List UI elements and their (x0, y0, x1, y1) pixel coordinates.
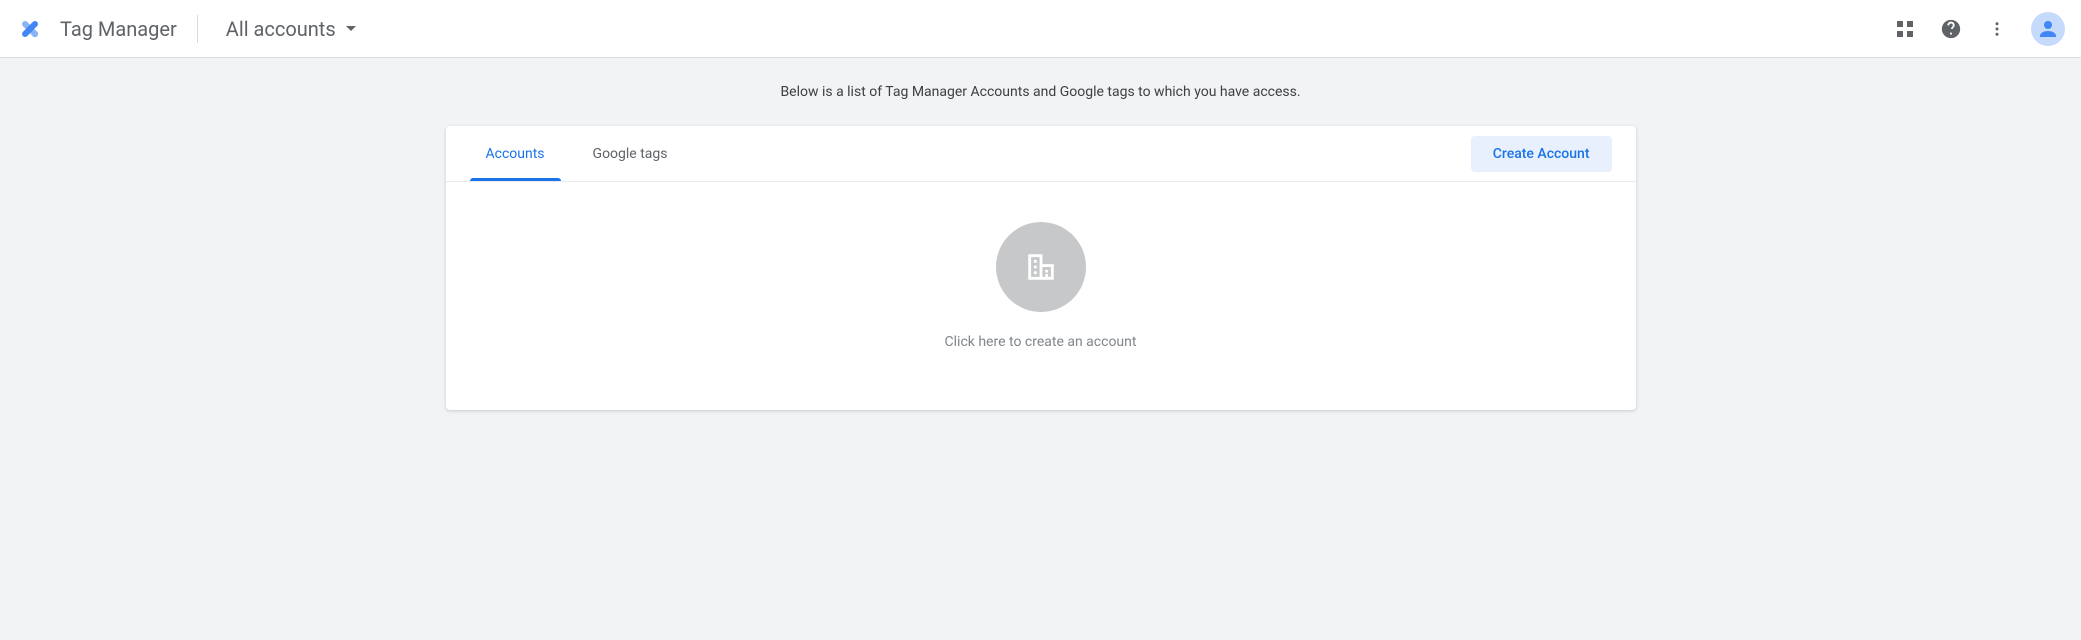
accounts-card: Accounts Google tags Create Account Clic… (446, 126, 1636, 410)
account-selector[interactable]: All accounts (218, 13, 364, 45)
more-vert-icon[interactable] (1985, 17, 2009, 41)
empty-state: Click here to create an account (446, 182, 1636, 370)
divider (197, 15, 198, 43)
account-selector-label: All accounts (226, 17, 336, 41)
chevron-down-icon (346, 26, 356, 31)
tab-google-tags-label: Google tags (593, 146, 668, 162)
apps-grid-icon[interactable] (1893, 17, 1917, 41)
page-description: Below is a list of Tag Manager Accounts … (0, 84, 2081, 100)
tab-accounts[interactable]: Accounts (470, 126, 561, 181)
app-header: Tag Manager All accounts (0, 0, 2081, 58)
card-header: Accounts Google tags Create Account (446, 126, 1636, 182)
tabs: Accounts Google tags (446, 126, 692, 181)
empty-state-text[interactable]: Click here to create an account (945, 334, 1137, 350)
user-avatar[interactable] (2031, 12, 2065, 46)
product-name: Tag Manager (60, 17, 177, 41)
header-left: Tag Manager All accounts (16, 13, 364, 45)
header-right (1893, 12, 2065, 46)
building-icon[interactable] (996, 222, 1086, 312)
help-icon[interactable] (1939, 17, 1963, 41)
tag-manager-logo-icon[interactable] (16, 15, 44, 43)
tab-google-tags[interactable]: Google tags (577, 126, 684, 181)
tab-accounts-label: Accounts (486, 146, 545, 162)
create-account-button[interactable]: Create Account (1471, 136, 1612, 172)
